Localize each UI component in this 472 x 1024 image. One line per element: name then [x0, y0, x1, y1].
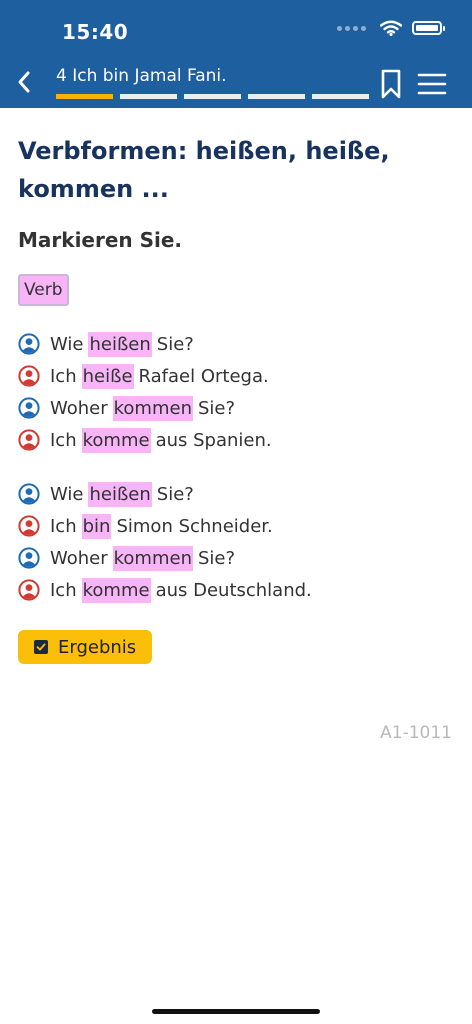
checkbox-checked-icon — [34, 640, 48, 654]
highlighted-verb[interactable]: bin — [81, 513, 112, 539]
progress-segment — [184, 94, 241, 99]
chevron-left-icon — [18, 71, 30, 93]
highlighted-verb[interactable]: heißen — [88, 331, 152, 357]
word: Woher — [50, 547, 108, 569]
word: Simon Schneider. — [116, 515, 273, 537]
signal-dots-icon — [337, 25, 366, 31]
battery-icon — [412, 21, 445, 35]
progress-segment — [248, 94, 305, 99]
highlighted-verb[interactable]: heißen — [88, 481, 152, 507]
person-icon — [18, 547, 40, 569]
person-icon — [18, 333, 40, 355]
word: Wie — [50, 333, 84, 355]
dialog-line: Ich heiße Rafael Ortega. — [18, 360, 458, 392]
legend-verb: Verb — [18, 274, 69, 306]
dialog-line: Wie heißen Sie? — [18, 478, 458, 510]
bookmark-button[interactable] — [378, 68, 404, 100]
word: Sie? — [198, 547, 236, 569]
status-icons — [337, 20, 445, 36]
word: aus Deutschland. — [155, 579, 312, 601]
person-icon — [18, 365, 40, 387]
dialog-line: Woher kommen Sie? — [18, 392, 458, 424]
highlighted-verb[interactable]: kommen — [112, 545, 193, 571]
word: Ich — [50, 515, 77, 537]
word: Ich — [50, 579, 77, 601]
dialog-block: Wie heißen Sie? Ich heiße Rafael Ortega. Woher… — [18, 328, 458, 456]
progress-segment — [312, 94, 369, 99]
highlighted-verb[interactable]: komme — [81, 427, 151, 453]
dialog-block: Wie heißen Sie? Ich bin Simon Schneider. Woher… — [18, 478, 458, 606]
word: Sie? — [198, 397, 236, 419]
highlighted-verb[interactable]: heiße — [81, 363, 134, 389]
highlighted-verb[interactable]: kommen — [112, 395, 193, 421]
lesson-progress — [56, 94, 369, 99]
result-button[interactable]: Ergebnis — [18, 630, 153, 664]
word: Woher — [50, 397, 108, 419]
progress-segment — [120, 94, 177, 99]
highlighted-verb[interactable]: komme — [81, 577, 151, 603]
word: aus Spanien. — [155, 429, 272, 451]
exercise-content: Verbformen: heißen, heiße, kommen ... Ma… — [18, 132, 458, 664]
result-button-label: Ergebnis — [58, 636, 137, 658]
dialog-line: Ich bin Simon Schneider. — [18, 510, 458, 542]
person-icon — [18, 579, 40, 601]
menu-button[interactable] — [416, 72, 448, 96]
person-icon — [18, 397, 40, 419]
progress-segment — [56, 94, 113, 99]
word: Sie? — [156, 483, 194, 505]
exercise-instruction: Markieren Sie. — [18, 228, 183, 252]
app-header: 15:40 4 Ich bin Jamal Fani. — [0, 0, 472, 108]
back-button[interactable] — [10, 64, 38, 100]
person-icon — [18, 515, 40, 537]
exercise-code: A1-1011 — [380, 723, 452, 743]
person-icon — [18, 483, 40, 505]
exercise-title: Verbformen: heißen, heiße, kommen ... — [18, 137, 390, 203]
person-icon — [18, 429, 40, 451]
word: Wie — [50, 483, 84, 505]
dialog-line: Ich komme aus Spanien. — [18, 424, 458, 456]
dialog-line: Woher kommen Sie? — [18, 542, 458, 574]
wifi-icon — [380, 20, 402, 36]
dialog-line: Wie heißen Sie? — [18, 328, 458, 360]
dialog-line: Ich komme aus Deutschland. — [18, 574, 458, 606]
lesson-title: 4 Ich bin Jamal Fani. — [56, 66, 227, 86]
word: Sie? — [156, 333, 194, 355]
word: Ich — [50, 365, 77, 387]
word: Ich — [50, 429, 77, 451]
status-time: 15:40 — [62, 20, 129, 44]
bookmark-icon — [381, 69, 401, 99]
hamburger-menu-icon — [417, 73, 447, 95]
home-indicator — [152, 1009, 320, 1014]
word: Rafael Ortega. — [138, 365, 269, 387]
